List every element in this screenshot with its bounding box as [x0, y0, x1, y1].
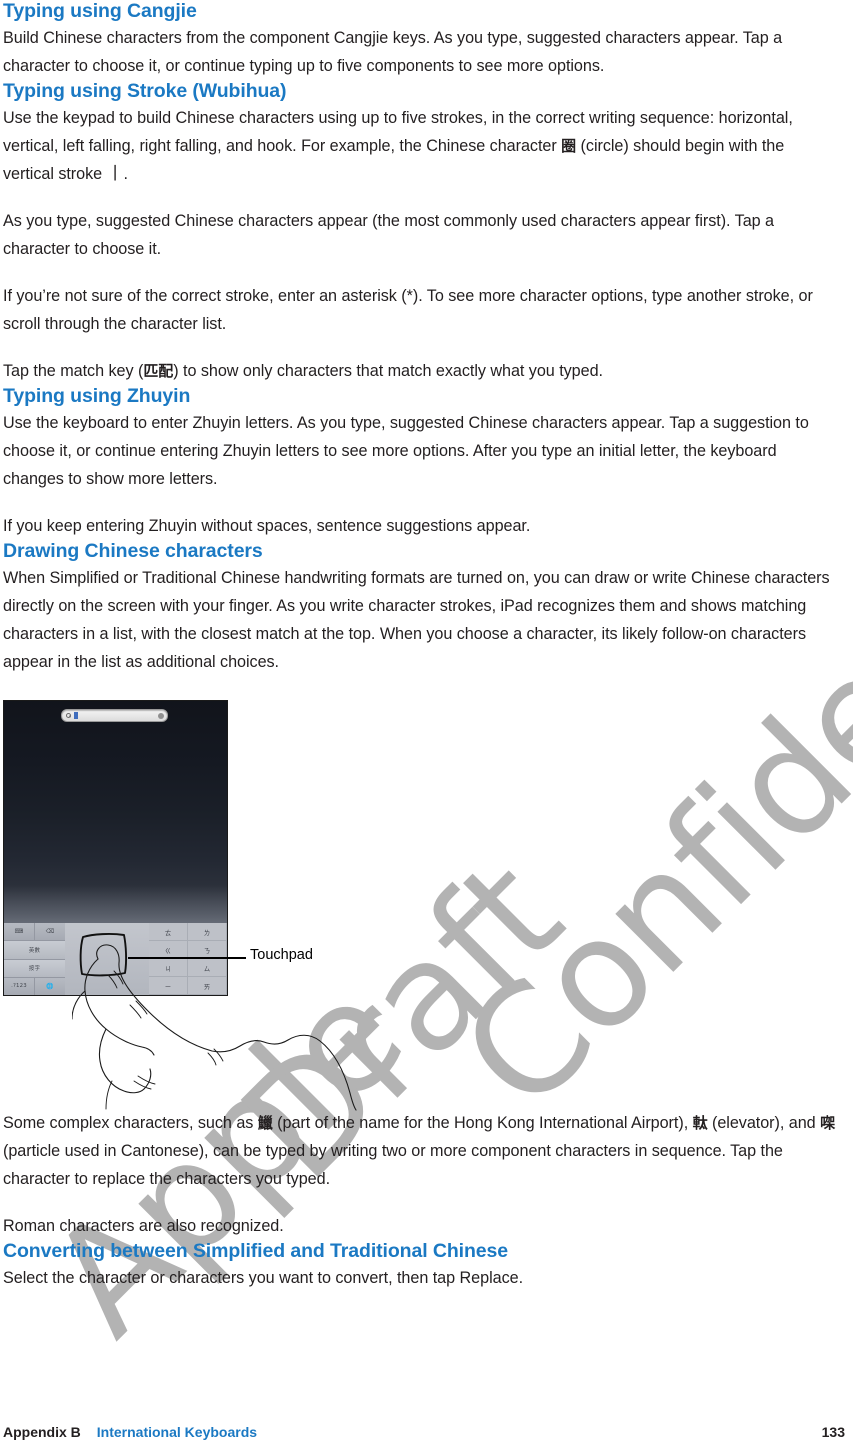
complex-text-d: (particle used in Cantonese), can be typ…: [3, 1142, 783, 1188]
heading-typing-using-zhuyin: Typing using Zhuyin: [3, 385, 191, 407]
keyboard-zhuyin-key[interactable]: ㄌ: [188, 923, 227, 941]
paragraph-cangjie-intro: Build Chinese characters from the compon…: [3, 29, 783, 75]
han-character-match-key: 匹配: [143, 362, 174, 380]
document-page: Apple Draft Confidential Typing using Ca…: [0, 0, 853, 1454]
keyboard-left-row-2: 英數: [4, 941, 65, 960]
paragraph-drawing-intro: When Simplified or Traditional Chinese h…: [3, 569, 830, 671]
search-field[interactable]: [61, 709, 168, 722]
footer-page-number: 133: [821, 1424, 845, 1440]
clear-icon[interactable]: [158, 712, 164, 719]
match-text-a: Tap the match key (: [3, 362, 144, 380]
search-text-caret: [74, 712, 78, 719]
page-content: Typing using Cangjie Build Chinese chara…: [0, 0, 853, 676]
han-character-circle: 圈: [561, 137, 577, 155]
footer-appendix-label: Appendix B: [3, 1424, 81, 1440]
keyboard-key-byword[interactable]: 按字: [4, 959, 65, 977]
keyboard-left-row-3: 按字: [4, 959, 65, 978]
stroke-text-c: .: [123, 165, 129, 183]
han-character-laap: 鱲: [257, 1114, 273, 1132]
keyboard-dismiss-icon[interactable]: ⌨: [4, 923, 35, 941]
match-text-b: ) to show only characters that match exa…: [173, 362, 603, 380]
heading-drawing-chinese-characters: Drawing Chinese characters: [3, 540, 263, 562]
page-footer: Appendix B International Keyboards 133: [3, 1424, 845, 1440]
heading-typing-using-stroke: Typing using Stroke (Wubihua): [3, 80, 287, 102]
han-character-elevator: 軚: [692, 1114, 708, 1132]
paragraph-stroke-asterisk: If you’re not sure of the correct stroke…: [3, 287, 813, 333]
keyboard-key-alphanumeric[interactable]: 英數: [4, 941, 65, 959]
keyboard-left-row-4: .?123 🌐: [4, 977, 65, 995]
heading-typing-using-cangjie: Typing using Cangjie: [3, 0, 197, 22]
globe-icon[interactable]: 🌐: [35, 977, 65, 995]
han-character-cantonese-particle: 㗎: [820, 1114, 836, 1132]
paragraph-stroke-suggestions: As you type, suggested Chinese character…: [3, 212, 774, 258]
vertical-stroke-glyph: 丨: [106, 164, 124, 184]
backspace-icon[interactable]: ⌫: [35, 923, 65, 941]
figure-handwriting-touchpad: ⌨ ⌫ 英數 按字 .?123 🌐 ㄊ ㄌ ㄍ ㄋ ㄐ ㄙ ㄧ ㄞ Touchp…: [0, 694, 853, 1111]
search-icon: [66, 712, 72, 718]
paragraph-zhuyin-sentence: If you keep entering Zhuyin without spac…: [3, 517, 531, 535]
paragraph-roman-characters: Roman characters are also recognized.: [3, 1217, 284, 1235]
ipad-screen: [4, 701, 227, 923]
page-content-lower: Some complex characters, such as 鱲 (part…: [0, 1109, 853, 1292]
callout-leader-line: [128, 957, 246, 959]
keyboard-zhuyin-key[interactable]: ㄊ: [149, 923, 188, 941]
footer-section-label: International Keyboards: [96, 1424, 258, 1440]
paragraph-complex-characters: Some complex characters, such as 鱲 (part…: [3, 1109, 839, 1193]
callout-label-touchpad: Touchpad: [250, 947, 313, 963]
complex-text-b: (part of the name for the Hong Kong Inte…: [272, 1114, 693, 1132]
keyboard-left-column: ⌨ ⌫ 英數 按字 .?123 🌐: [4, 923, 65, 995]
paragraph-stroke-intro: Use the keypad to build Chinese characte…: [3, 104, 839, 188]
hand-illustration: [72, 944, 357, 1111]
complex-text-a: Some complex characters, such as: [3, 1114, 258, 1132]
heading-converting-simplified-traditional: Converting between Simplified and Tradit…: [3, 1240, 509, 1262]
paragraph-stroke-match-key: Tap the match key (匹配) to show only char…: [3, 357, 839, 385]
keyboard-left-row-1: ⌨ ⌫: [4, 923, 65, 942]
complex-text-c: (elevator), and: [707, 1114, 821, 1132]
keyboard-key-numeric-symbols[interactable]: .?123: [4, 977, 35, 995]
paragraph-zhuyin-intro: Use the keyboard to enter Zhuyin letters…: [3, 414, 809, 488]
paragraph-converting-intro: Select the character or characters you w…: [3, 1269, 524, 1287]
